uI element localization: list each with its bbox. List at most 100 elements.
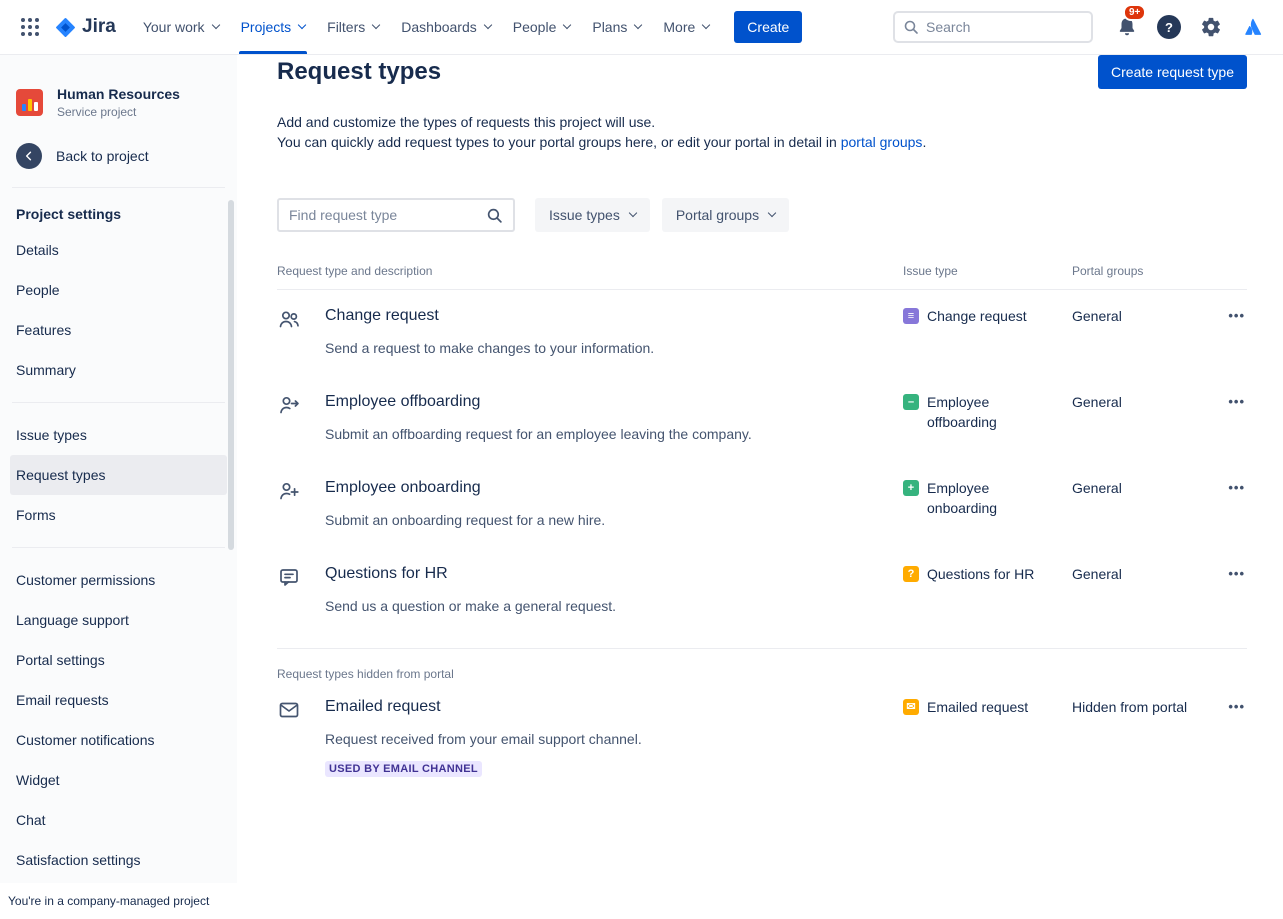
chevron-down-icon [634, 21, 642, 29]
issue-type-cell: ✉ Emailed request [903, 697, 1072, 717]
app-switcher-button[interactable] [14, 11, 46, 43]
email-icon [277, 697, 325, 722]
sidebar-item-email-requests[interactable]: Email requests [10, 680, 227, 720]
row-actions-button[interactable]: ••• [1226, 306, 1247, 326]
questions-for-hr-issue-icon: ? [903, 566, 919, 582]
nav-item-projects[interactable]: Projects [230, 0, 317, 54]
sidebar-item-customer-permissions[interactable]: Customer permissions [10, 560, 227, 600]
sidebar-item-satisfaction-settings[interactable]: Satisfaction settings [10, 840, 227, 880]
project-settings-sidebar: Human Resources Service project Back to … [0, 54, 237, 919]
request-type-name[interactable]: Questions for HR [325, 564, 903, 584]
row-actions-button[interactable]: ••• [1226, 564, 1247, 584]
request-type-description: Submit an onboarding request for a new h… [325, 510, 903, 530]
nav-label: Plans [592, 19, 627, 35]
nav-item-your-work[interactable]: Your work [132, 0, 230, 54]
row-actions-button[interactable]: ••• [1226, 697, 1247, 717]
change-request-issue-icon: ≡ [903, 308, 919, 324]
chevron-down-icon [298, 21, 306, 29]
portal-groups-filter[interactable]: Portal groups [662, 198, 789, 232]
search-icon [486, 207, 503, 224]
portal-groups-link[interactable]: portal groups [841, 134, 923, 150]
divider [12, 402, 225, 403]
description-line-2: You can quickly add request types to you… [277, 132, 1247, 152]
nav-item-dashboards[interactable]: Dashboards [390, 0, 502, 54]
sidebar-item-people[interactable]: People [10, 270, 227, 310]
chevron-down-icon [563, 21, 571, 29]
find-request-type-field[interactable] [277, 198, 515, 232]
issue-types-filter-label: Issue types [549, 207, 620, 223]
description-period: . [922, 134, 926, 150]
sidebar-item-issue-types[interactable]: Issue types [10, 415, 227, 455]
sidebar-item-chat[interactable]: Chat [10, 800, 227, 840]
column-issue-type: Issue type [903, 264, 1072, 278]
sidebar-item-portal-settings[interactable]: Portal settings [10, 640, 227, 680]
sidebar-item-language-support[interactable]: Language support [10, 600, 227, 640]
request-type-name[interactable]: Employee offboarding [325, 392, 903, 412]
issue-type-cell: – Employee offboarding [903, 392, 1072, 432]
page-title: Request types [277, 58, 441, 86]
portal-group-label: General [1072, 306, 1211, 326]
find-request-type-input[interactable] [289, 207, 474, 223]
notification-badge: 9+ [1123, 4, 1146, 21]
sidebar-item-customer-notifications[interactable]: Customer notifications [10, 720, 227, 760]
request-type-name[interactable]: Change request [325, 306, 903, 326]
nav-item-more[interactable]: More [652, 0, 720, 54]
sidebar-item-request-types[interactable]: Request types [10, 455, 227, 495]
comment-icon [277, 564, 325, 589]
nav-label: Projects [241, 19, 292, 35]
help-button[interactable]: ? [1153, 11, 1185, 43]
settings-button[interactable] [1195, 11, 1227, 43]
portal-group-label: General [1072, 478, 1211, 498]
row-actions-button[interactable]: ••• [1226, 392, 1247, 412]
jira-logo-text: Jira [82, 16, 116, 38]
employee-onboarding-issue-icon: + [903, 480, 919, 496]
chevron-down-icon [702, 21, 710, 29]
back-to-project[interactable]: Back to project [10, 137, 227, 175]
nav-item-filters[interactable]: Filters [316, 0, 390, 54]
global-search[interactable] [893, 11, 1093, 43]
chevron-down-icon [629, 209, 637, 217]
back-label: Back to project [56, 148, 149, 164]
request-type-name[interactable]: Employee onboarding [325, 478, 903, 498]
sidebar-item-forms[interactable]: Forms [10, 495, 227, 535]
nav-label: Filters [327, 19, 365, 35]
app-grid-icon [21, 18, 39, 36]
divider [12, 187, 225, 188]
jira-logo[interactable]: Jira [54, 16, 116, 39]
issue-types-filter[interactable]: Issue types [535, 198, 650, 232]
global-search-input[interactable] [926, 19, 1083, 35]
table-row: Emailed request Request received from yo… [277, 681, 1247, 795]
chevron-down-icon [768, 209, 776, 217]
nav-label: Your work [143, 19, 205, 35]
sidebar-item-features[interactable]: Features [10, 310, 227, 350]
create-request-type-button[interactable]: Create request type [1098, 55, 1247, 89]
portal-groups-filter-label: Portal groups [676, 207, 759, 223]
sidebar-item-widget[interactable]: Widget [10, 760, 227, 800]
sidebar-item-summary[interactable]: Summary [10, 350, 227, 390]
nav-item-plans[interactable]: Plans [581, 0, 652, 54]
hidden-section-label: Request types hidden from portal [277, 667, 1247, 681]
global-create-button[interactable]: Create [734, 11, 802, 43]
main-content: Projects / Human Resources / Project set… [237, 0, 1283, 795]
atlassian-icon [1242, 16, 1264, 38]
notifications-button[interactable]: 9+ [1111, 11, 1143, 43]
row-actions-button[interactable]: ••• [1226, 478, 1247, 498]
sidebar-scrollbar[interactable] [228, 200, 234, 550]
column-portal-groups: Portal groups [1072, 264, 1211, 278]
issue-type-cell: ≡ Change request [903, 306, 1072, 326]
help-icon: ? [1157, 15, 1181, 39]
portal-group-label: General [1072, 392, 1211, 412]
nav-label: People [513, 19, 557, 35]
issue-type-label: Questions for HR [927, 564, 1034, 584]
project-type: Service project [57, 105, 180, 119]
request-type-name[interactable]: Emailed request [325, 697, 903, 717]
request-type-description: Send us a question or make a general req… [325, 596, 903, 616]
people-group-icon [277, 306, 325, 331]
divider [12, 547, 225, 548]
description-line-1: Add and customize the types of requests … [277, 112, 1247, 132]
table-row: Employee offboarding Submit an offboardi… [277, 376, 1247, 462]
atlassian-home-button[interactable] [1237, 11, 1269, 43]
nav-item-people[interactable]: People [502, 0, 582, 54]
sidebar-item-details[interactable]: Details [10, 230, 227, 270]
person-add-icon [277, 478, 325, 503]
